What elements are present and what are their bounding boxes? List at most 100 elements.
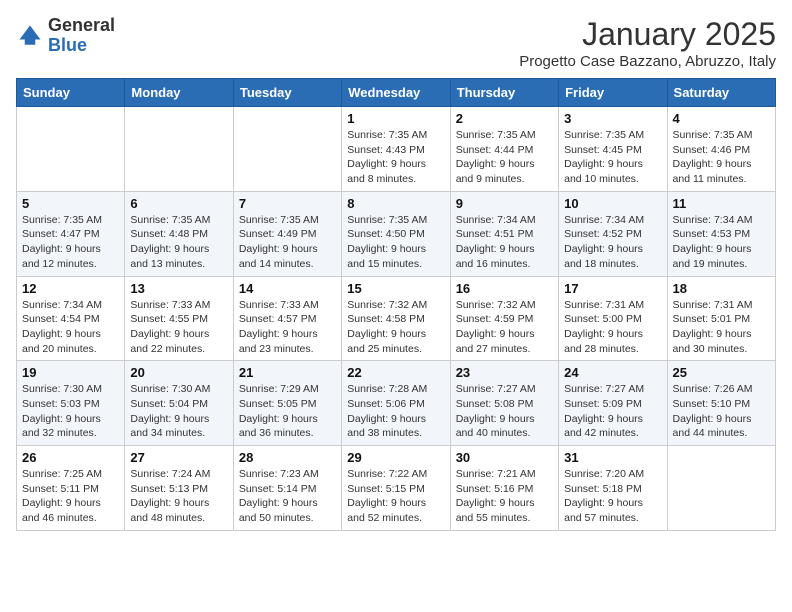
calendar-cell: 21Sunrise: 7:29 AM Sunset: 5:05 PM Dayli… <box>233 361 341 446</box>
day-number: 28 <box>239 450 336 465</box>
day-number: 17 <box>564 281 661 296</box>
day-number: 27 <box>130 450 227 465</box>
calendar-cell <box>667 446 775 531</box>
day-info: Sunrise: 7:27 AM Sunset: 5:09 PM Dayligh… <box>564 382 661 441</box>
calendar-week-1: 1 Sunrise: 7:35 AM Sunset: 4:43 PM Daylig… <box>17 107 776 192</box>
day-info: Sunrise: 7:35 AM Sunset: 4:46 PM Dayligh… <box>673 128 770 187</box>
day-number: 6 <box>130 196 227 211</box>
calendar-cell: 1 Sunrise: 7:35 AM Sunset: 4:43 PM Daylig… <box>342 107 450 192</box>
calendar-cell: 17Sunrise: 7:31 AM Sunset: 5:00 PM Dayli… <box>559 276 667 361</box>
weekday-header-saturday: Saturday <box>667 79 775 107</box>
day-number: 2 <box>456 111 553 126</box>
day-info: Sunrise: 7:35 AM Sunset: 4:45 PM Dayligh… <box>564 128 661 187</box>
day-info: Sunrise: 7:22 AM Sunset: 5:15 PM Dayligh… <box>347 467 444 526</box>
page-header: General Blue January 2025 Progetto Case … <box>16 16 776 70</box>
calendar-cell: 2 Sunrise: 7:35 AM Sunset: 4:44 PM Daylig… <box>450 107 558 192</box>
day-info: Sunrise: 7:30 AM Sunset: 5:04 PM Dayligh… <box>130 382 227 441</box>
calendar-cell: 19Sunrise: 7:30 AM Sunset: 5:03 PM Dayli… <box>17 361 125 446</box>
day-number: 10 <box>564 196 661 211</box>
calendar-cell: 8 Sunrise: 7:35 AM Sunset: 4:50 PM Daylig… <box>342 191 450 276</box>
day-number: 19 <box>22 365 119 380</box>
day-number: 20 <box>130 365 227 380</box>
calendar-cell: 9 Sunrise: 7:34 AM Sunset: 4:51 PM Daylig… <box>450 191 558 276</box>
day-number: 30 <box>456 450 553 465</box>
day-number: 21 <box>239 365 336 380</box>
day-info: Sunrise: 7:32 AM Sunset: 4:58 PM Dayligh… <box>347 298 444 357</box>
calendar-cell: 15Sunrise: 7:32 AM Sunset: 4:58 PM Dayli… <box>342 276 450 361</box>
calendar-cell: 24 Sunrise: 7:27 AM Sunset: 5:09 PM Dayli… <box>559 361 667 446</box>
logo-icon <box>16 22 44 50</box>
day-number: 13 <box>130 281 227 296</box>
calendar-cell: 23Sunrise: 7:27 AM Sunset: 5:08 PM Dayli… <box>450 361 558 446</box>
day-info: Sunrise: 7:32 AM Sunset: 4:59 PM Dayligh… <box>456 298 553 357</box>
calendar-cell: 25 Sunrise: 7:26 AM Sunset: 5:10 PM Dayli… <box>667 361 775 446</box>
weekday-header-monday: Monday <box>125 79 233 107</box>
day-info: Sunrise: 7:33 AM Sunset: 4:55 PM Dayligh… <box>130 298 227 357</box>
weekday-header-wednesday: Wednesday <box>342 79 450 107</box>
calendar-cell: 14 Sunrise: 7:33 AM Sunset: 4:57 PM Dayli… <box>233 276 341 361</box>
calendar-cell: 11 Sunrise: 7:34 AM Sunset: 4:53 PM Dayli… <box>667 191 775 276</box>
logo-text: General Blue <box>48 16 115 56</box>
day-number: 14 <box>239 281 336 296</box>
logo-blue: Blue <box>48 35 87 55</box>
day-info: Sunrise: 7:35 AM Sunset: 4:44 PM Dayligh… <box>456 128 553 187</box>
calendar-cell: 12 Sunrise: 7:34 AM Sunset: 4:54 PM Dayli… <box>17 276 125 361</box>
calendar-cell: 30Sunrise: 7:21 AM Sunset: 5:16 PM Dayli… <box>450 446 558 531</box>
title-block: January 2025 Progetto Case Bazzano, Abru… <box>519 16 776 70</box>
calendar-cell: 3 Sunrise: 7:35 AM Sunset: 4:45 PM Daylig… <box>559 107 667 192</box>
day-info: Sunrise: 7:34 AM Sunset: 4:51 PM Dayligh… <box>456 213 553 272</box>
weekday-header-friday: Friday <box>559 79 667 107</box>
day-info: Sunrise: 7:34 AM Sunset: 4:52 PM Dayligh… <box>564 213 661 272</box>
day-number: 9 <box>456 196 553 211</box>
day-info: Sunrise: 7:20 AM Sunset: 5:18 PM Dayligh… <box>564 467 661 526</box>
calendar-cell: 13 Sunrise: 7:33 AM Sunset: 4:55 PM Dayli… <box>125 276 233 361</box>
calendar-cell: 26 Sunrise: 7:25 AM Sunset: 5:11 PM Dayli… <box>17 446 125 531</box>
calendar-week-5: 26 Sunrise: 7:25 AM Sunset: 5:11 PM Dayli… <box>17 446 776 531</box>
day-number: 7 <box>239 196 336 211</box>
day-number: 1 <box>347 111 444 126</box>
day-info: Sunrise: 7:34 AM Sunset: 4:54 PM Dayligh… <box>22 298 119 357</box>
calendar-cell: 7Sunrise: 7:35 AM Sunset: 4:49 PM Daylig… <box>233 191 341 276</box>
day-info: Sunrise: 7:35 AM Sunset: 4:43 PM Dayligh… <box>347 128 444 187</box>
day-number: 11 <box>673 196 770 211</box>
day-info: Sunrise: 7:24 AM Sunset: 5:13 PM Dayligh… <box>130 467 227 526</box>
calendar-week-2: 5 Sunrise: 7:35 AM Sunset: 4:47 PM Daylig… <box>17 191 776 276</box>
day-number: 31 <box>564 450 661 465</box>
day-info: Sunrise: 7:25 AM Sunset: 5:11 PM Dayligh… <box>22 467 119 526</box>
calendar-cell: 28Sunrise: 7:23 AM Sunset: 5:14 PM Dayli… <box>233 446 341 531</box>
day-number: 26 <box>22 450 119 465</box>
day-info: Sunrise: 7:26 AM Sunset: 5:10 PM Dayligh… <box>673 382 770 441</box>
calendar-cell: 4Sunrise: 7:35 AM Sunset: 4:46 PM Daylig… <box>667 107 775 192</box>
calendar-week-4: 19Sunrise: 7:30 AM Sunset: 5:03 PM Dayli… <box>17 361 776 446</box>
day-info: Sunrise: 7:34 AM Sunset: 4:53 PM Dayligh… <box>673 213 770 272</box>
calendar-cell: 20 Sunrise: 7:30 AM Sunset: 5:04 PM Dayli… <box>125 361 233 446</box>
calendar-cell: 29 Sunrise: 7:22 AM Sunset: 5:15 PM Dayli… <box>342 446 450 531</box>
day-info: Sunrise: 7:33 AM Sunset: 4:57 PM Dayligh… <box>239 298 336 357</box>
day-number: 3 <box>564 111 661 126</box>
calendar-header-row: SundayMondayTuesdayWednesdayThursdayFrid… <box>17 79 776 107</box>
calendar-cell: 18 Sunrise: 7:31 AM Sunset: 5:01 PM Dayli… <box>667 276 775 361</box>
day-info: Sunrise: 7:35 AM Sunset: 4:47 PM Dayligh… <box>22 213 119 272</box>
calendar-table: SundayMondayTuesdayWednesdayThursdayFrid… <box>16 78 776 531</box>
logo-general: General <box>48 15 115 35</box>
calendar-week-3: 12 Sunrise: 7:34 AM Sunset: 4:54 PM Dayli… <box>17 276 776 361</box>
day-info: Sunrise: 7:35 AM Sunset: 4:50 PM Dayligh… <box>347 213 444 272</box>
calendar-cell: 10 Sunrise: 7:34 AM Sunset: 4:52 PM Dayli… <box>559 191 667 276</box>
day-number: 25 <box>673 365 770 380</box>
day-number: 18 <box>673 281 770 296</box>
day-number: 29 <box>347 450 444 465</box>
calendar-cell <box>125 107 233 192</box>
day-number: 8 <box>347 196 444 211</box>
day-info: Sunrise: 7:31 AM Sunset: 5:01 PM Dayligh… <box>673 298 770 357</box>
weekday-header-tuesday: Tuesday <box>233 79 341 107</box>
calendar-cell <box>233 107 341 192</box>
day-number: 5 <box>22 196 119 211</box>
day-number: 16 <box>456 281 553 296</box>
calendar-cell: 16 Sunrise: 7:32 AM Sunset: 4:59 PM Dayli… <box>450 276 558 361</box>
weekday-header-sunday: Sunday <box>17 79 125 107</box>
month-title: January 2025 <box>519 16 776 53</box>
day-info: Sunrise: 7:28 AM Sunset: 5:06 PM Dayligh… <box>347 382 444 441</box>
day-number: 24 <box>564 365 661 380</box>
day-number: 12 <box>22 281 119 296</box>
calendar-cell: 22Sunrise: 7:28 AM Sunset: 5:06 PM Dayli… <box>342 361 450 446</box>
